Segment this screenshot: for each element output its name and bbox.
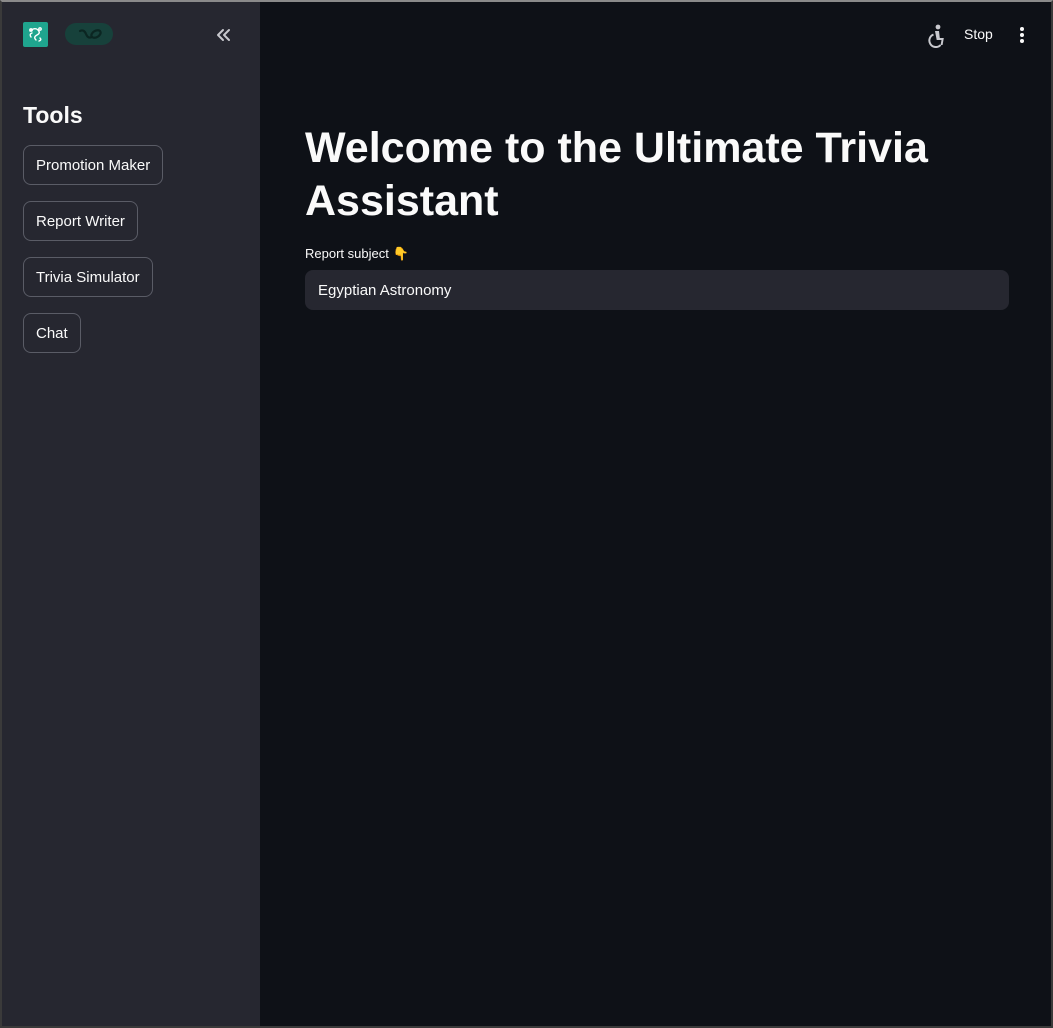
field-label-text: Report subject xyxy=(305,246,389,261)
report-subject-label: Report subject 👇 xyxy=(305,246,409,262)
accessibility-icon[interactable] xyxy=(924,23,948,49)
app-logo-icon xyxy=(23,22,48,47)
page-title: Welcome to the Ultimate Trivia Assistant xyxy=(305,124,928,225)
chat-button[interactable]: Chat xyxy=(23,313,81,353)
pointing-down-emoji: 👇 xyxy=(392,246,409,261)
sidebar-title: Tools xyxy=(23,102,83,128)
trivia-simulator-button[interactable]: Trivia Simulator xyxy=(23,257,153,297)
stop-button[interactable]: Stop xyxy=(964,26,993,42)
sidebar: Tools Promotion Maker Report Writer Triv… xyxy=(2,2,260,1026)
collapse-sidebar-icon[interactable] xyxy=(212,24,234,46)
app-window: Tools Promotion Maker Report Writer Triv… xyxy=(0,0,1053,1028)
report-writer-button[interactable]: Report Writer xyxy=(23,201,138,241)
more-options-icon[interactable] xyxy=(1014,25,1030,45)
report-subject-input[interactable] xyxy=(305,270,1009,310)
link-icon[interactable] xyxy=(65,23,113,45)
promotion-maker-button[interactable]: Promotion Maker xyxy=(23,145,164,185)
